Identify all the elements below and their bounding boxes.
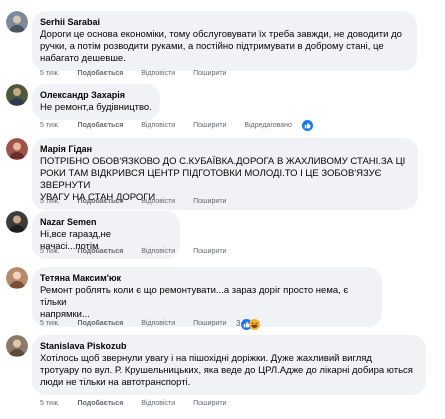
avatar[interactable]	[6, 84, 28, 106]
reaction-count: 3	[236, 319, 241, 328]
share-button[interactable]: Поширити	[193, 70, 226, 77]
like-button[interactable]: Подобається	[78, 70, 124, 77]
haha-icon	[249, 318, 261, 330]
avatar[interactable]	[6, 11, 28, 33]
comment-author[interactable]: Олександр Захарія	[40, 89, 152, 101]
reaction-summary[interactable]: 3	[236, 318, 261, 330]
comment-actions: 5 тиж. Подобається Відповісти Поширити	[40, 197, 242, 207]
comment-actions: 5 тиж. Подобається Відповісти Поширити	[40, 399, 242, 409]
comment-bubble: Тетяна Максим'юк Ремонт роблять коли є щ…	[32, 267, 382, 327]
avatar[interactable]	[6, 211, 28, 233]
comment-text: Не ремонт,а будівництво.	[40, 102, 152, 113]
comment-actions: 5 тиж. Подобається Відповісти Поширити	[40, 69, 242, 79]
share-button[interactable]: Поширити	[193, 248, 226, 255]
share-button[interactable]: Поширити	[193, 198, 226, 205]
reply-button[interactable]: Відповісти	[141, 70, 175, 77]
avatar[interactable]	[6, 267, 28, 289]
avatar[interactable]	[6, 138, 28, 160]
comment-bubble: Stanislava Piskozub Хотілось щоб звернул…	[32, 335, 426, 395]
comment-bubble: Serhii Sarabai Дороги це основа економік…	[32, 11, 417, 71]
comment-time[interactable]: 5 тиж.	[40, 70, 60, 77]
comment-actions: 5 тиж. Подобається Відповісти Поширити	[40, 247, 242, 257]
comment-time[interactable]: 5 тиж.	[40, 198, 60, 205]
comment-author[interactable]: Nazar Semen	[40, 216, 172, 228]
reply-button[interactable]: Відповісти	[141, 400, 175, 407]
like-icon	[302, 120, 313, 132]
share-button[interactable]: Поширити	[193, 122, 226, 129]
comment-author[interactable]: Stanislava Piskozub	[40, 340, 418, 352]
comment-actions: 5 тиж. Подобається Відповісти Поширити В…	[40, 121, 308, 131]
reply-button[interactable]: Відповісти	[141, 248, 175, 255]
like-button[interactable]: Подобається	[78, 122, 124, 129]
comment-time[interactable]: 5 тиж.	[40, 122, 60, 129]
edited-label[interactable]: Відредаговано	[244, 122, 292, 129]
avatar[interactable]	[6, 335, 28, 357]
comment-time[interactable]: 5 тиж.	[40, 400, 60, 407]
comment-author[interactable]: Тетяна Максим'юк	[40, 272, 374, 284]
share-button[interactable]: Поширити	[193, 320, 226, 327]
comment-text: Ремонт роблять коли є що ремонтувати...а…	[40, 285, 349, 320]
reply-button[interactable]: Відповісти	[141, 122, 175, 129]
comment-time[interactable]: 5 тиж.	[40, 248, 60, 255]
reaction-summary[interactable]	[302, 120, 313, 132]
comment-author[interactable]: Марія Гідан	[40, 143, 410, 155]
reply-button[interactable]: Відповісти	[141, 198, 175, 205]
reply-button[interactable]: Відповісти	[141, 320, 175, 327]
like-button[interactable]: Подобається	[78, 198, 124, 205]
like-button[interactable]: Подобається	[78, 400, 124, 407]
comment-actions: 5 тиж. Подобається Відповісти Поширити	[40, 319, 242, 329]
comment-author[interactable]: Serhii Sarabai	[40, 16, 409, 28]
comments-list: Serhii Sarabai Дороги це основа економік…	[0, 0, 445, 419]
comment-bubble: Олександр Захарія Не ремонт,а будівництв…	[32, 84, 160, 120]
comment-time[interactable]: 5 тиж.	[40, 320, 60, 327]
like-button[interactable]: Подобається	[78, 248, 124, 255]
comment-text: Дороги це основа економіки, тому обслуго…	[40, 29, 402, 64]
comment-text: Хотілось щоб звернули увагу і на пішохід…	[40, 353, 413, 388]
share-button[interactable]: Поширити	[193, 400, 226, 407]
like-button[interactable]: Подобається	[78, 320, 124, 327]
